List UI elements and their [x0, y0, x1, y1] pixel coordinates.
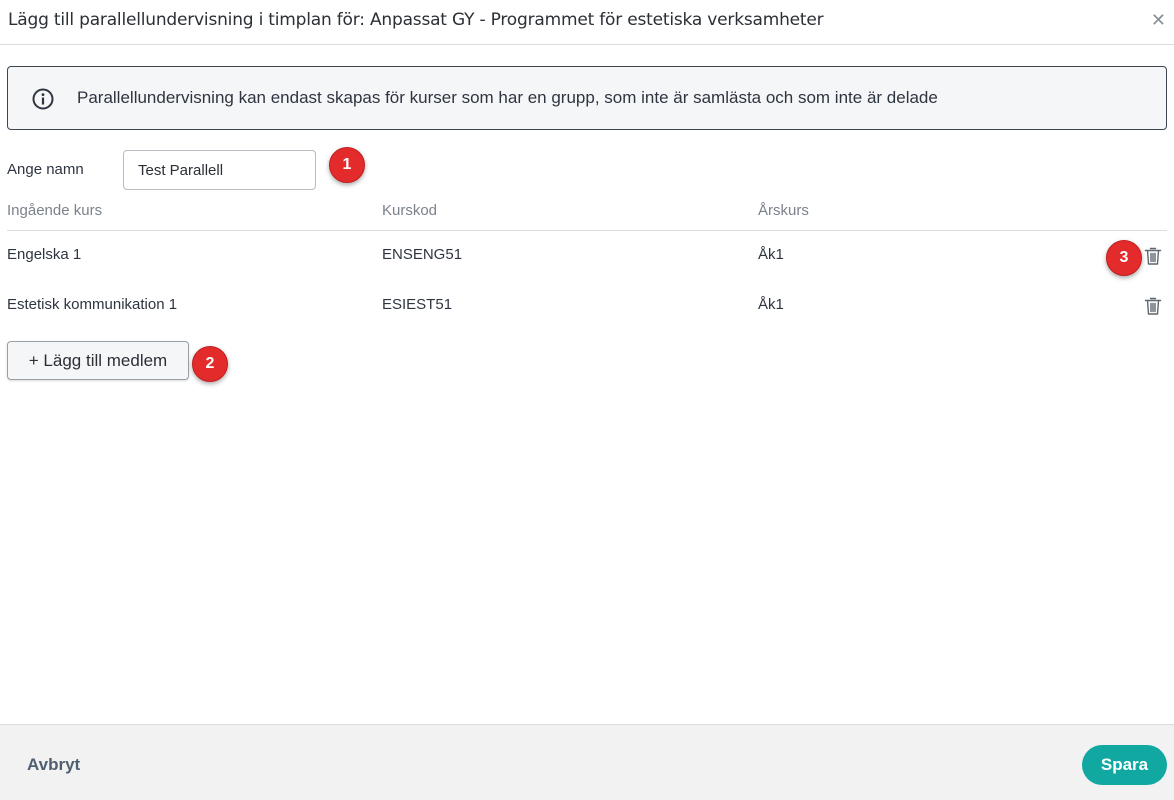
- annotation-badge-2: 2: [192, 346, 228, 382]
- column-header-code: Kurskod: [382, 202, 438, 219]
- name-label: Ange namn: [7, 161, 84, 178]
- course-year: Åk1: [758, 296, 784, 313]
- save-button[interactable]: Spara: [1082, 745, 1167, 785]
- annotation-badge-1: 1: [329, 147, 365, 183]
- trash-icon[interactable]: [1144, 246, 1162, 266]
- annotation-badge-3: 3: [1106, 240, 1142, 276]
- course-name: Estetisk kommunikation 1: [7, 296, 178, 313]
- column-header-year: Årskurs: [758, 202, 809, 219]
- cancel-button[interactable]: Avbryt: [27, 755, 80, 775]
- table-divider: [7, 230, 1167, 231]
- column-header-course: Ingående kurs: [7, 202, 103, 219]
- info-banner: Parallellundervisning kan endast skapas …: [7, 66, 1167, 130]
- trash-icon[interactable]: [1144, 296, 1162, 316]
- dialog-header: Lägg till parallellundervisning i timpla…: [0, 0, 1174, 45]
- course-name: Engelska 1: [7, 246, 82, 263]
- course-code: ENSENG51: [382, 246, 463, 263]
- add-member-button[interactable]: + Lägg till medlem: [7, 341, 189, 380]
- course-code: ESIEST51: [382, 296, 453, 313]
- course-year: Åk1: [758, 246, 784, 263]
- info-text: Parallellundervisning kan endast skapas …: [77, 88, 938, 107]
- name-input[interactable]: [123, 150, 316, 190]
- close-icon[interactable]: ✕: [1151, 10, 1166, 30]
- dialog-title: Lägg till parallellundervisning i timpla…: [8, 10, 824, 30]
- info-icon: [32, 88, 54, 110]
- dialog-footer: Avbryt Spara: [0, 724, 1174, 800]
